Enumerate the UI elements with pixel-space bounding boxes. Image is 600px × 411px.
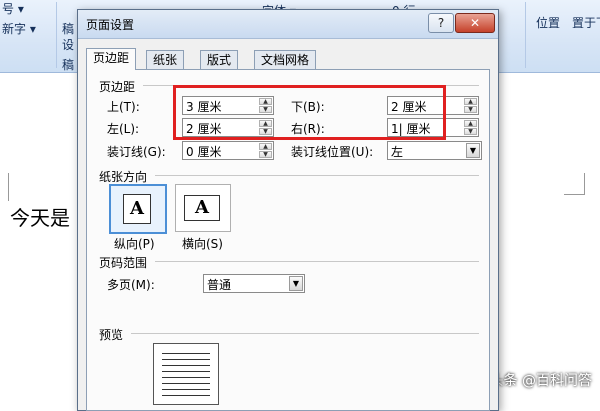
tab-document-grid[interactable]: 文档网格: [254, 50, 317, 69]
spin-down-icon[interactable]: ▼: [464, 128, 477, 135]
section-divider: [155, 261, 479, 262]
orientation-section-title: 纸张方向: [99, 170, 148, 184]
preview-page: [153, 343, 219, 405]
multiple-pages-select[interactable]: 普通 ▼: [203, 274, 305, 293]
gutter-position-value: 左: [391, 145, 404, 159]
ribbon-send-back-button[interactable]: 置于下: [572, 14, 600, 31]
landscape-option[interactable]: A: [175, 184, 231, 232]
tab-margins[interactable]: 页边距: [86, 48, 137, 70]
gutter-position-select[interactable]: 左 ▼: [387, 141, 482, 160]
spin-up-icon[interactable]: ▲: [464, 98, 477, 105]
ribbon-font-size-item[interactable]: 号 ▾: [2, 0, 24, 17]
multiple-pages-value: 普通: [207, 278, 232, 292]
gutter-value[interactable]: 0 厘米: [186, 143, 221, 160]
margin-mark-right: [584, 173, 585, 195]
preview-line: [162, 371, 210, 372]
preview-section-title: 预览: [99, 328, 124, 342]
top-margin-label: 上(T):: [107, 100, 140, 114]
ribbon-position-button[interactable]: 位置: [536, 14, 560, 31]
document-text[interactable]: 今天是: [10, 202, 70, 231]
portrait-option[interactable]: A: [109, 184, 167, 234]
preview-line: [162, 395, 210, 396]
section-divider: [131, 333, 479, 334]
margin-mark-left: [8, 173, 9, 201]
landscape-page-icon: A: [184, 195, 220, 221]
preview-line: [162, 389, 210, 390]
ribbon-separator-2: [525, 2, 526, 68]
chevron-down-icon[interactable]: ▼: [466, 143, 480, 158]
ribbon-new-char-item[interactable]: 新字 ▾: [2, 20, 36, 37]
help-button[interactable]: ?: [428, 13, 454, 33]
portrait-page-icon: A: [123, 194, 151, 224]
ribbon-draft-item[interactable]: 稿: [62, 20, 74, 37]
gutter-position-label: 装订线位置(U):: [291, 145, 374, 159]
tab-layout[interactable]: 版式: [200, 50, 239, 69]
ribbon-setup-item[interactable]: 设: [62, 36, 74, 53]
preview-line: [162, 383, 210, 384]
left-margin-label: 左(L):: [107, 122, 140, 136]
section-divider: [155, 175, 479, 176]
margin-mark-right-h: [564, 194, 584, 195]
spin-up-icon[interactable]: ▲: [259, 143, 272, 150]
spin-down-icon[interactable]: ▼: [259, 151, 272, 158]
portrait-label[interactable]: 纵向(P): [114, 235, 155, 252]
highlight-annotation-box: [173, 85, 446, 140]
ribbon-draft2-item[interactable]: 稿: [62, 56, 74, 73]
chevron-down-icon[interactable]: ▼: [289, 276, 303, 291]
gutter-spinner[interactable]: 0 厘米 ▲ ▼: [182, 141, 274, 160]
close-button[interactable]: ✕: [455, 13, 495, 33]
preview-line: [162, 365, 210, 366]
page-setup-dialog: 页面设置 ? ✕ 页边距 纸张 版式 文档网格 页边距 上(T): 3 厘米 ▲…: [77, 9, 499, 411]
dialog-titlebar[interactable]: 页面设置 ? ✕: [78, 10, 498, 39]
multiple-pages-label: 多页(M):: [107, 278, 155, 292]
preview-line: [162, 353, 210, 354]
tab-paper[interactable]: 纸张: [146, 50, 185, 69]
preview-line: [162, 377, 210, 378]
spin-up-icon[interactable]: ▲: [464, 120, 477, 127]
gutter-label: 装订线(G):: [107, 145, 166, 159]
dialog-title: 页面设置: [86, 18, 135, 32]
margins-section-title: 页边距: [99, 80, 136, 94]
ribbon-separator: [56, 2, 57, 68]
watermark-text: 头条 @百科问答: [489, 373, 592, 389]
landscape-label[interactable]: 横向(S): [182, 235, 223, 252]
spin-down-icon[interactable]: ▼: [464, 106, 477, 113]
pages-section-title: 页码范围: [99, 256, 148, 270]
preview-line: [162, 359, 210, 360]
